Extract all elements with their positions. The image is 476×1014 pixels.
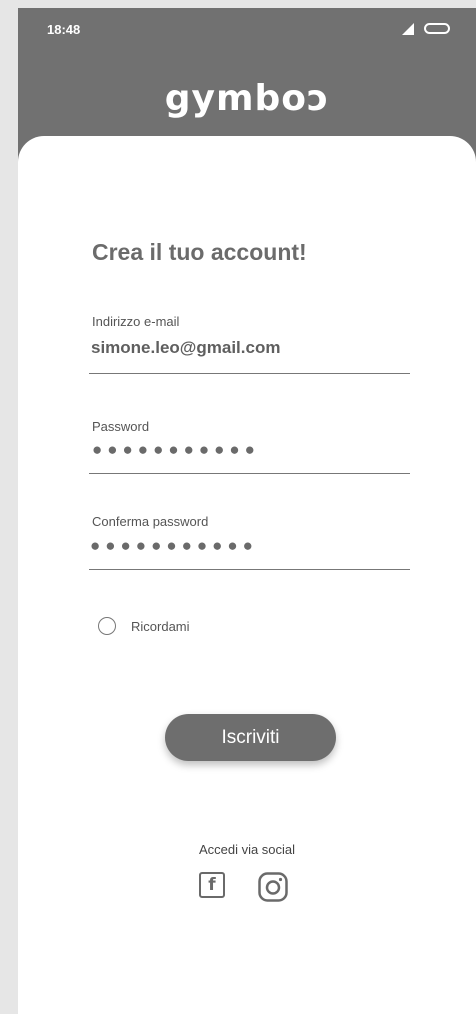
confirm-password-underline [89, 569, 410, 570]
app-logo: gymboɔ [164, 78, 330, 119]
password-label: Password [92, 419, 150, 434]
facebook-icon[interactable]: f [199, 872, 225, 898]
status-time: 18:48 [47, 22, 81, 37]
instagram-icon[interactable] [258, 872, 288, 902]
email-label: Indirizzo e-mail [92, 314, 180, 329]
signup-card: Crea il tuo account! Indirizzo e-mail si… [18, 136, 476, 1014]
remember-me-label: Ricordami [131, 619, 190, 634]
confirm-password-label: Conferma password [92, 514, 209, 529]
password-field[interactable]: ●●●●●●●●●●● [92, 440, 260, 460]
battery-icon [424, 23, 450, 34]
signup-button[interactable]: Iscriviti [165, 714, 336, 761]
social-login-label: Accedi via social [198, 842, 296, 857]
email-underline [89, 373, 410, 374]
email-field[interactable]: simone.leo@gmail.com [91, 338, 280, 358]
phone-screen: 18:48 gymboɔ Crea il tuo account! Indiri… [18, 8, 476, 1014]
confirm-password-field[interactable]: ●●●●●●●●●●● [90, 536, 258, 556]
remember-me-radio[interactable] [98, 617, 116, 635]
password-underline [89, 473, 410, 474]
signal-icon [402, 23, 414, 35]
page-title: Crea il tuo account! [92, 239, 307, 265]
